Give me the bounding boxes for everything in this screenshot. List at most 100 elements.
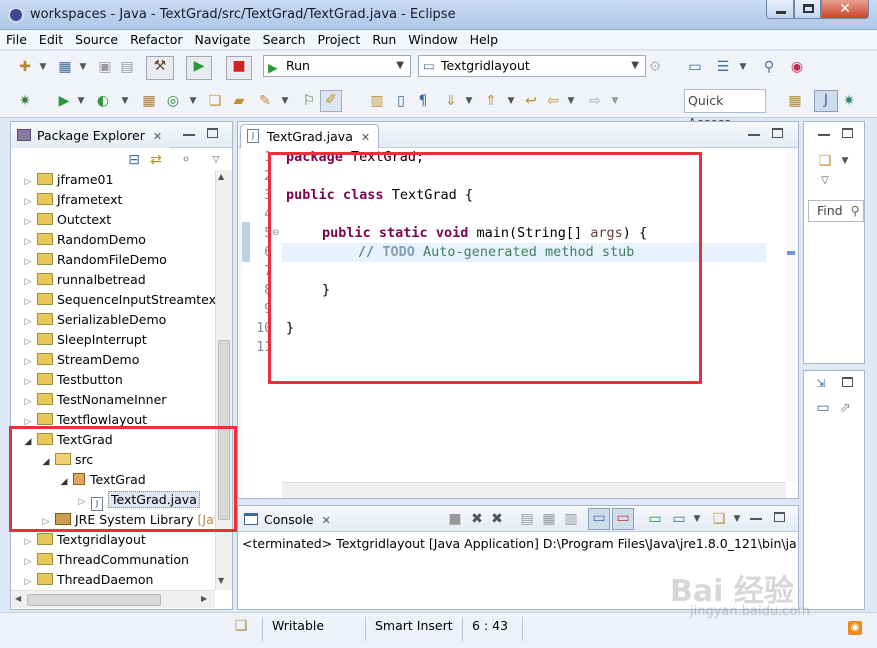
maximize-view-icon[interactable] bbox=[842, 128, 853, 138]
tree-item[interactable]: ▷ SerializableDemo bbox=[21, 310, 167, 330]
list-icon[interactable]: ☰ bbox=[714, 58, 732, 76]
save-icon[interactable]: ▣ bbox=[96, 58, 114, 76]
pin-console-icon[interactable]: ▭ bbox=[646, 510, 664, 528]
minimize-view-icon[interactable] bbox=[818, 134, 830, 136]
new-class-icon[interactable]: ◎ bbox=[164, 92, 182, 110]
menu-run[interactable]: Run bbox=[366, 30, 402, 50]
dropdown-icon[interactable]: ▼ bbox=[74, 58, 92, 76]
view-menu-icon[interactable]: ▽ bbox=[207, 151, 225, 169]
minimize-view-icon[interactable] bbox=[183, 134, 195, 136]
menu-search[interactable]: Search bbox=[257, 30, 312, 50]
tree-item[interactable]: ▷ Textgridlayout bbox=[21, 530, 146, 550]
open-type-icon[interactable]: ❑ bbox=[206, 92, 224, 110]
tree-item[interactable]: ▷ RandomFileDemo bbox=[21, 250, 167, 270]
dropdown-icon[interactable]: ▼ bbox=[502, 92, 520, 110]
link-icon[interactable]: ⇗ bbox=[836, 399, 854, 417]
run-icon[interactable]: ▶ bbox=[186, 56, 212, 80]
tree-item[interactable]: ▷ runnalbetread bbox=[21, 270, 146, 290]
tree-item[interactable]: ▷ jframe01 bbox=[21, 170, 114, 190]
annotation-icon[interactable]: ⚐ bbox=[300, 92, 318, 110]
dropdown-icon[interactable]: ▼ bbox=[460, 92, 478, 110]
explorer-hscrollbar[interactable]: ◀ ▶ bbox=[11, 590, 215, 608]
debug-perspective-icon[interactable]: ✷ bbox=[840, 92, 858, 110]
tree-item[interactable]: ▷ RandomDemo bbox=[21, 230, 146, 250]
filter-icon[interactable]: ⚬ bbox=[177, 151, 195, 169]
new-project-icon[interactable]: ▦ bbox=[56, 58, 74, 76]
tree-item[interactable]: ▷ ThreadCommunation bbox=[21, 550, 189, 570]
status-task-icon[interactable]: ❑ bbox=[232, 617, 250, 635]
save-all-icon[interactable]: ▤ bbox=[118, 58, 136, 76]
menu-source[interactable]: Source bbox=[69, 30, 124, 50]
java-perspective-icon[interactable]: J bbox=[814, 90, 838, 112]
gear-icon[interactable]: ⚙ bbox=[646, 58, 664, 76]
dropdown-icon[interactable]: ▼ bbox=[562, 92, 580, 110]
close-icon[interactable]: ✕ bbox=[322, 514, 331, 527]
dropdown-icon[interactable]: ▼ bbox=[72, 92, 90, 110]
tree-item[interactable]: ▷ Outctext bbox=[21, 210, 112, 230]
tree-item[interactable]: ▷ StreamDemo bbox=[21, 350, 140, 370]
quick-access-input[interactable]: Quick Access bbox=[684, 89, 766, 130]
maximize-view-icon[interactable] bbox=[842, 377, 853, 387]
tab-package-explorer[interactable]: Package Explorer ✕ bbox=[11, 124, 171, 148]
menu-project[interactable]: Project bbox=[312, 30, 367, 50]
dropdown-icon[interactable]: ▼ bbox=[116, 92, 134, 110]
run-mode-combo[interactable]: ▶ Run ▼ bbox=[263, 55, 411, 77]
show-console-stderr-icon[interactable]: ▭ bbox=[612, 508, 634, 530]
search-icon[interactable]: ✎ bbox=[256, 92, 274, 110]
run-icon[interactable]: ▶ bbox=[55, 92, 73, 110]
remove-all-icon[interactable]: ✖ bbox=[488, 510, 506, 528]
tree-item[interactable]: ▷ Jframetext bbox=[21, 190, 123, 210]
dropdown-icon[interactable]: ▼ bbox=[34, 58, 52, 76]
open-perspective-icon[interactable]: ▦ bbox=[786, 92, 804, 110]
stop-icon[interactable]: ■ bbox=[226, 56, 252, 80]
tab-console[interactable]: Console ✕ bbox=[238, 508, 339, 532]
open-folder-icon[interactable]: ▰ bbox=[230, 92, 248, 110]
close-icon[interactable]: ✕ bbox=[361, 131, 370, 144]
scroll-lock-icon[interactable]: ▦ bbox=[540, 510, 558, 528]
link-editor-icon[interactable]: ⇄ bbox=[147, 151, 165, 169]
forward-icon[interactable]: ⇨ bbox=[586, 92, 604, 110]
menu-file[interactable]: File bbox=[0, 30, 33, 50]
maximize-button[interactable] bbox=[794, 0, 821, 19]
find-input[interactable]: Find ⚲ bbox=[808, 200, 864, 222]
remove-launch-icon[interactable]: ✖ bbox=[468, 510, 486, 528]
maximize-view-icon[interactable] bbox=[772, 128, 783, 138]
rss-icon[interactable]: ◉ bbox=[848, 621, 862, 635]
editor-hscrollbar[interactable] bbox=[282, 482, 786, 498]
pin-icon[interactable]: ⚲ bbox=[760, 58, 778, 76]
tab-textgrad-java[interactable]: J TextGrad.java ✕ bbox=[240, 124, 380, 148]
minimize-view-icon[interactable] bbox=[750, 518, 762, 520]
dropdown-icon[interactable]: ▼ bbox=[606, 92, 624, 110]
back-icon[interactable]: ⇦ bbox=[544, 92, 562, 110]
menu-refactor[interactable]: Refactor bbox=[124, 30, 188, 50]
dropdown-icon[interactable]: ▼ bbox=[734, 58, 752, 76]
menu-navigate[interactable]: Navigate bbox=[189, 30, 257, 50]
highlight-icon[interactable]: ✐ bbox=[320, 90, 342, 112]
maximize-view-icon[interactable] bbox=[774, 512, 785, 522]
minimize-view-icon[interactable] bbox=[748, 134, 760, 136]
minimize-button[interactable] bbox=[766, 0, 794, 19]
dropdown-icon[interactable]: ▼ bbox=[184, 92, 202, 110]
launch-config-combo[interactable]: ▭ Textgridlayout ▼ bbox=[418, 55, 646, 77]
dropdown-icon[interactable]: ▼ bbox=[728, 510, 746, 528]
maximize-view-icon[interactable] bbox=[207, 128, 218, 138]
package-icon[interactable]: ▦ bbox=[140, 92, 158, 110]
dropdown-icon[interactable]: ▼ bbox=[276, 92, 294, 110]
prev-annotation-icon[interactable]: ⇑ bbox=[482, 92, 500, 110]
view-menu-icon[interactable]: ▽ bbox=[816, 172, 834, 190]
menu-window[interactable]: Window bbox=[402, 30, 463, 50]
toggle-mark-icon[interactable]: ▥ bbox=[368, 92, 386, 110]
tree-item[interactable]: ▷ ThreadDaemon bbox=[21, 570, 154, 590]
restore-icon[interactable]: ⇲ bbox=[812, 375, 830, 393]
clear-console-icon[interactable]: ▤ bbox=[518, 510, 536, 528]
external-tools-icon[interactable]: ◐ bbox=[94, 92, 112, 110]
terminate-icon[interactable]: ■ bbox=[446, 510, 464, 528]
next-annotation-icon[interactable]: ⇓ bbox=[442, 92, 460, 110]
scrollbar-thumb[interactable] bbox=[27, 594, 161, 606]
tree-item[interactable]: ▷ SequenceInputStreamtext bbox=[21, 290, 215, 310]
debug-icon[interactable]: ✷ bbox=[16, 92, 34, 110]
tree-item[interactable]: ▷ Testbutton bbox=[21, 370, 123, 390]
new-task-icon[interactable]: ❑ bbox=[816, 152, 834, 170]
terminal-icon[interactable]: ▭ bbox=[686, 58, 704, 76]
help-icon[interactable]: ◉ bbox=[788, 58, 806, 76]
